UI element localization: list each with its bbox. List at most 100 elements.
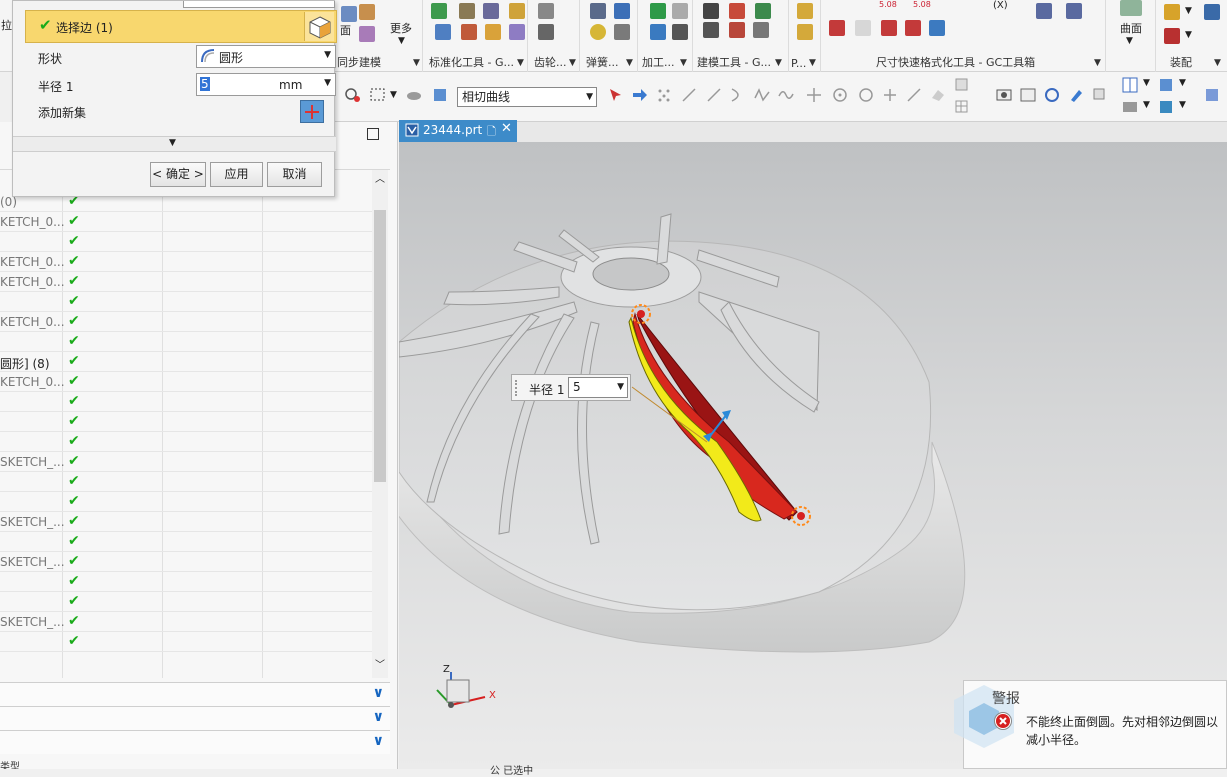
p-tool-icon[interactable] bbox=[797, 24, 813, 40]
pointer-snap-icon[interactable] bbox=[607, 86, 625, 104]
select-edge-row[interactable]: ✔ 选择边 (1) bbox=[25, 10, 337, 43]
impeller-model[interactable] bbox=[399, 142, 1227, 769]
machining-icon[interactable] bbox=[672, 3, 688, 19]
table-row[interactable]: KETCH_0... ✔ bbox=[0, 372, 372, 392]
scroll-thumb[interactable] bbox=[374, 210, 386, 482]
dimension-icon[interactable] bbox=[1066, 3, 1082, 19]
hud-radius-field[interactable]: 5 ▼ bbox=[568, 377, 628, 398]
standard-tool-icon[interactable] bbox=[509, 3, 525, 19]
standard-tool-icon[interactable] bbox=[435, 24, 451, 40]
dimension-icon[interactable] bbox=[1036, 3, 1052, 19]
p-tool-icon[interactable] bbox=[797, 3, 813, 19]
dimension-icon[interactable] bbox=[829, 20, 845, 36]
table-row[interactable]: KETCH_0... ✔ bbox=[0, 312, 372, 332]
view-cube-icon[interactable] bbox=[1157, 76, 1175, 94]
undo-dimension-icon[interactable] bbox=[929, 20, 945, 36]
dependencies-panel-header[interactable]: ∨ bbox=[0, 706, 390, 730]
group-dropdown-icon[interactable]: ▼ bbox=[517, 58, 524, 68]
add-new-set-button[interactable] bbox=[300, 100, 324, 123]
expand-arrow-icon[interactable]: ▼ bbox=[169, 138, 176, 148]
gear-icon[interactable] bbox=[538, 3, 554, 19]
group-dropdown-icon[interactable]: ▼ bbox=[680, 58, 687, 68]
select-edge-cube-icon[interactable] bbox=[304, 12, 334, 41]
spring-icon[interactable] bbox=[590, 24, 606, 40]
chevron-down-icon[interactable]: ▼ bbox=[1185, 6, 1192, 16]
chevron-down-icon[interactable]: ∨ bbox=[373, 685, 384, 701]
radius-value[interactable]: 5 bbox=[200, 77, 210, 91]
chevron-down-icon[interactable]: ▼ bbox=[1185, 30, 1192, 40]
alert-notification[interactable]: 警报 不能终止面倒圆。先对相邻边倒圆以 减小半径。 bbox=[954, 680, 1227, 769]
standard-tool-icon[interactable] bbox=[483, 3, 499, 19]
table-row[interactable]: ✔ bbox=[0, 492, 372, 512]
gear-icon[interactable] bbox=[538, 24, 554, 40]
table-row[interactable]: ✔ bbox=[0, 632, 372, 652]
camera-icon[interactable] bbox=[995, 86, 1013, 104]
group-dropdown-icon[interactable]: ▼ bbox=[809, 58, 816, 68]
tree-scrollbar[interactable]: ︿ ﹀ bbox=[372, 170, 388, 678]
modeling-tool-icon[interactable] bbox=[703, 22, 719, 38]
table-row[interactable]: ✔ bbox=[0, 332, 372, 352]
surface-icon[interactable] bbox=[1120, 0, 1142, 16]
chevron-down-icon[interactable]: ▼ bbox=[324, 78, 331, 88]
table-row[interactable]: ✔ bbox=[0, 432, 372, 452]
radius-onscreen-input[interactable]: 半径 1 5 ▼ bbox=[511, 374, 631, 401]
group-dropdown-icon[interactable]: ▼ bbox=[626, 58, 633, 68]
standard-tool-icon[interactable] bbox=[431, 3, 447, 19]
tolerance-icon[interactable] bbox=[753, 22, 769, 38]
select-filter-icon[interactable] bbox=[344, 86, 362, 104]
modeling-tool-icon[interactable] bbox=[729, 3, 745, 19]
chevron-down-icon[interactable]: ▼ bbox=[1143, 100, 1150, 110]
face-icon[interactable] bbox=[341, 6, 357, 22]
line-snap-icon[interactable] bbox=[680, 86, 698, 104]
table-row[interactable]: ✔ bbox=[0, 232, 372, 252]
chevron-down-icon[interactable]: ▼ bbox=[390, 90, 397, 100]
more-label[interactable]: 更多 bbox=[390, 20, 412, 36]
surface-label[interactable]: 曲面 bbox=[1120, 20, 1142, 36]
move-face-icon[interactable] bbox=[359, 4, 375, 20]
constraint-icon[interactable] bbox=[1164, 28, 1180, 44]
ok-button[interactable]: < 确定 > bbox=[150, 162, 206, 187]
chevron-down-icon[interactable]: ▼ bbox=[1179, 78, 1186, 88]
table-row[interactable]: KETCH_0... ✔ bbox=[0, 252, 372, 272]
view-layout-icon[interactable] bbox=[1121, 76, 1139, 94]
table-row[interactable]: SKETCH_... ✔ bbox=[0, 612, 372, 632]
solid-body-icon[interactable] bbox=[431, 86, 449, 104]
table-row[interactable]: ✔ bbox=[0, 572, 372, 592]
machining-icon[interactable] bbox=[672, 24, 688, 40]
group-dropdown-icon[interactable]: ▼ bbox=[1214, 58, 1221, 68]
part-tab[interactable]: 23444.prt 🗋 ✕ bbox=[399, 120, 517, 142]
arrow-right-icon[interactable] bbox=[631, 86, 649, 104]
circle-center-icon[interactable] bbox=[831, 86, 849, 104]
snap-icon[interactable] bbox=[405, 86, 423, 104]
modeling-tool-icon[interactable] bbox=[755, 3, 771, 19]
line-snap-icon[interactable] bbox=[905, 86, 923, 104]
surface-dropdown-icon[interactable]: ▼ bbox=[1126, 36, 1133, 46]
layers-icon[interactable] bbox=[1091, 86, 1109, 104]
standard-tool-icon[interactable] bbox=[459, 3, 475, 19]
replace-face-icon[interactable] bbox=[359, 26, 375, 42]
close-tab-icon[interactable]: ✕ bbox=[501, 121, 512, 136]
group-dropdown-icon[interactable]: ▼ bbox=[569, 58, 576, 68]
surface-point-icon[interactable] bbox=[929, 86, 947, 104]
spring-icon[interactable] bbox=[590, 3, 606, 19]
quadrant-icon[interactable] bbox=[857, 86, 875, 104]
plus-icon[interactable] bbox=[881, 86, 899, 104]
curve-snap-icon[interactable] bbox=[729, 86, 747, 104]
hud-radius-value[interactable]: 5 bbox=[573, 380, 581, 394]
more-dropdown-icon[interactable]: ▼ bbox=[398, 36, 405, 46]
table-row[interactable]: ✔ bbox=[0, 292, 372, 312]
table-row[interactable]: SKETCH_... ✔ bbox=[0, 452, 372, 472]
chevron-down-icon[interactable]: ▼ bbox=[1143, 78, 1150, 88]
table-row[interactable]: SKETCH_... ✔ bbox=[0, 552, 372, 572]
image-icon[interactable] bbox=[1019, 86, 1037, 104]
scroll-up-icon[interactable]: ︿ bbox=[375, 170, 385, 185]
apply-button[interactable]: 应用 bbox=[210, 162, 263, 187]
table-row[interactable]: KETCH_0... ✔ bbox=[0, 272, 372, 292]
shape-select[interactable]: 圆形 ▼ bbox=[196, 45, 336, 68]
line-snap-icon[interactable] bbox=[705, 86, 723, 104]
table-row[interactable]: ✔ bbox=[0, 472, 372, 492]
chevron-down-icon[interactable]: ▼ bbox=[1179, 100, 1186, 110]
assembly-icon[interactable] bbox=[1204, 4, 1220, 20]
chevron-down-icon[interactable]: ∨ bbox=[373, 709, 384, 725]
dimension-icon[interactable] bbox=[855, 20, 871, 36]
